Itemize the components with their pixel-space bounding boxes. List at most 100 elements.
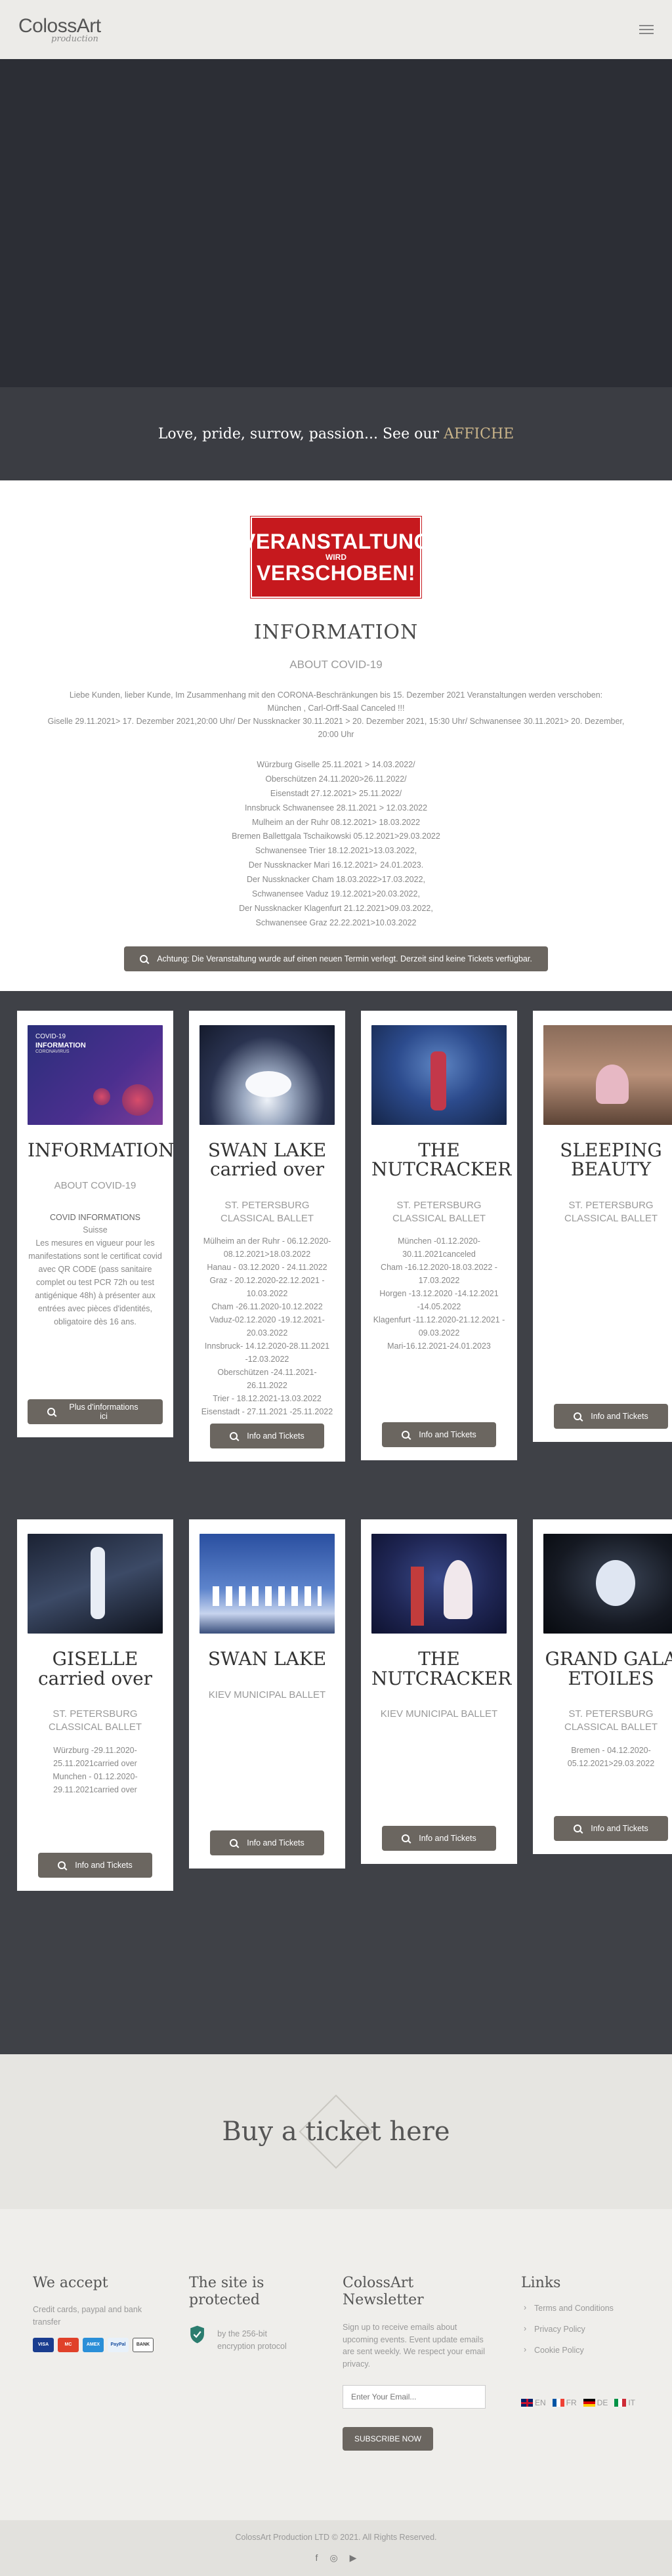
de-flag-icon	[583, 2399, 595, 2407]
nutcracker-kiev-thumbnail[interactable]	[371, 1534, 507, 1634]
show-details: Mülheim an der Ruhr - 06.12.2020-08.12.2…	[201, 1236, 333, 1417]
lang-en[interactable]: EN	[521, 2398, 546, 2407]
covid-heading: COVID INFORMATIONS	[50, 1212, 140, 1222]
affiche-link[interactable]: AFFICHE	[444, 426, 514, 442]
info-tickets-button[interactable]: Info and Tickets	[382, 1826, 496, 1851]
info-tickets-button[interactable]: Info and Tickets	[382, 1422, 496, 1448]
footer-newsletter-title: ColossArt Newsletter	[343, 2275, 424, 2309]
info-tickets-button[interactable]: Info and Tickets	[210, 1424, 324, 1449]
info-tickets-button[interactable]: Info and Tickets	[554, 1404, 668, 1429]
postponed-notice-button[interactable]: Achtung: Die Veranstaltung wurde auf ein…	[124, 946, 548, 971]
search-icon	[574, 1412, 582, 1421]
copyright: ColossArt Production LTD © 2021. All Rig…	[235, 2533, 437, 2542]
info-paragraph: Liebe Kunden, lieber Kunde, Im Zusammenh…	[47, 690, 625, 739]
show-card-grand-gala: GRAND GALA ETOILES ST. PETERSBURG CLASSI…	[533, 1519, 672, 1854]
show-title: SLEEPING BEAUTY	[560, 1139, 662, 1181]
menu-icon[interactable]	[639, 25, 654, 34]
search-icon	[230, 1432, 238, 1441]
footer-protected-title: The site is protected	[189, 2275, 264, 2309]
social-links: f ◎ ▶	[316, 2552, 357, 2564]
visa-icon: VISA	[33, 2337, 54, 2352]
show-company: KIEV MUNICIPAL BALLET	[208, 1689, 326, 1700]
lang-it[interactable]: IT	[614, 2398, 635, 2407]
logo-main: ColossArt	[18, 14, 101, 37]
show-card-swan-lake: SWAN LAKE carried over ST. PETERSBURG CL…	[189, 1011, 345, 1462]
search-icon	[402, 1431, 410, 1439]
show-title: GRAND GALA ETOILES	[545, 1648, 672, 1689]
show-details: Suisse Les mesures en vigueur pour les m…	[28, 1225, 162, 1326]
instagram-icon[interactable]: ◎	[329, 2552, 337, 2564]
show-card-swan-lake-kiev: SWAN LAKE KIEV MUNICIPAL BALLET Info and…	[189, 1519, 345, 1869]
show-title: THE NUTCRACKER	[371, 1139, 512, 1181]
show-title: INFORMATION	[28, 1139, 175, 1161]
show-details: München -01.12.2020-30.11.2021canceled C…	[373, 1236, 505, 1351]
show-company: ST. PETERSBURG CLASSICAL BALLET	[564, 1199, 658, 1225]
swan-lake-thumbnail[interactable]	[200, 1025, 335, 1125]
show-company: ABOUT COVID-19	[54, 1180, 136, 1192]
show-card-nutcracker-kiev: THE NUTCRACKER KIEV MUNICIPAL BALLET Inf…	[361, 1519, 517, 1865]
show-details: Würzburg -29.11.2020-25.11.2021carried o…	[52, 1745, 138, 1794]
footer-links-title: Links	[521, 2275, 561, 2291]
info-tickets-button[interactable]: Info and Tickets	[554, 1815, 668, 1841]
sleeping-beauty-thumbnail[interactable]	[543, 1025, 672, 1125]
terms-link[interactable]: Terms and Conditions	[521, 2303, 639, 2313]
footer-newsletter: ColossArt Newsletter Sign up to receive …	[343, 2275, 486, 2520]
cookie-link[interactable]: Cookie Policy	[521, 2345, 639, 2355]
show-company: ST. PETERSBURG CLASSICAL BALLET	[220, 1199, 314, 1225]
lang-de[interactable]: DE	[583, 2398, 608, 2407]
fr-flag-icon	[552, 2399, 564, 2407]
more-info-button[interactable]: Plus d'informations ici	[28, 1399, 163, 1424]
facebook-icon[interactable]: f	[316, 2552, 318, 2564]
payment-cards: VISA MC AMEX PayPal BANK	[33, 2337, 154, 2352]
shows-section: COVID-19 INFORMATION CORONAVIRUS INFORMA…	[0, 991, 672, 2054]
amex-icon: AMEX	[83, 2337, 104, 2352]
it-flag-icon	[614, 2399, 627, 2407]
bank-icon: BANK	[133, 2337, 154, 2352]
show-title: SWAN LAKE carried over	[207, 1139, 327, 1181]
grand-gala-thumbnail[interactable]	[543, 1534, 672, 1634]
footer-security: The site is protected by the 256-bit enc…	[189, 2275, 307, 2520]
search-icon	[574, 1824, 582, 1832]
tagline: Love, pride, surrow, passion... See our …	[158, 425, 514, 442]
postponed-sign: VERANSTALTUNG WIRD VERSCHOBEN!	[242, 517, 430, 598]
footer-accept-text: Credit cards, paypal and bank transfer	[33, 2305, 142, 2327]
search-icon	[402, 1834, 410, 1843]
covid-info-section: VERANSTALTUNG WIRD VERSCHOBEN! INFORMATI…	[0, 480, 672, 991]
footer-payment: We accept Credit cards, paypal and bank …	[33, 2275, 154, 2520]
search-icon	[47, 1407, 55, 1416]
giselle-thumbnail[interactable]	[28, 1534, 163, 1634]
info-subtitle: ABOUT COVID-19	[289, 658, 383, 671]
covid-thumbnail[interactable]: COVID-19 INFORMATION CORONAVIRUS	[28, 1025, 163, 1125]
mastercard-icon: MC	[58, 2337, 79, 2352]
info-dates: Würzburg Giselle 25.11.2021 > 14.03.2022…	[232, 760, 440, 927]
logo-sub: production	[51, 33, 98, 44]
logo[interactable]: ColossArt production	[18, 16, 101, 43]
search-icon	[140, 954, 148, 963]
nutcracker-thumbnail[interactable]	[371, 1025, 507, 1125]
show-title: GISELLE carried over	[37, 1648, 153, 1689]
show-company: ST. PETERSBURG CLASSICAL BALLET	[48, 1708, 142, 1733]
show-details: Bremen - 04.12.2020-05.12.2021>29.03.202…	[567, 1745, 655, 1768]
show-company: KIEV MUNICIPAL BALLET	[380, 1708, 498, 1720]
info-tickets-button[interactable]: Info and Tickets	[210, 1830, 324, 1855]
youtube-icon[interactable]: ▶	[350, 2552, 357, 2564]
search-icon	[230, 1838, 238, 1847]
tagline-bar: Love, pride, surrow, passion... See our …	[0, 387, 672, 480]
footer-protected-text: by the 256-bit encryption protocol	[217, 2329, 287, 2351]
show-card-covid: COVID-19 INFORMATION CORONAVIRUS INFORMA…	[17, 1011, 175, 1437]
footer-accept-title: We accept	[33, 2275, 108, 2291]
swan-lake-kiev-thumbnail[interactable]	[200, 1534, 335, 1634]
show-card-sleeping-beauty: SLEEPING BEAUTY ST. PETERSBURG CLASSICAL…	[533, 1011, 672, 1443]
privacy-link[interactable]: Privacy Policy	[521, 2324, 639, 2334]
language-switcher: EN FR DE IT	[521, 2398, 639, 2407]
info-tickets-button[interactable]: Info and Tickets	[38, 1852, 152, 1878]
buy-title[interactable]: Buy a ticket here	[222, 2117, 450, 2147]
email-field[interactable]	[343, 2384, 486, 2409]
footer: We accept Credit cards, paypal and bank …	[0, 2209, 672, 2520]
show-company: ST. PETERSBURG CLASSICAL BALLET	[392, 1199, 486, 1225]
lang-fr[interactable]: FR	[552, 2398, 577, 2407]
bottom-bar: ColossArt Production LTD © 2021. All Rig…	[0, 2520, 672, 2576]
show-title: SWAN LAKE	[207, 1648, 327, 1670]
search-icon	[58, 1861, 66, 1869]
subscribe-button[interactable]: SUBSCRIBE NOW	[343, 2426, 434, 2451]
